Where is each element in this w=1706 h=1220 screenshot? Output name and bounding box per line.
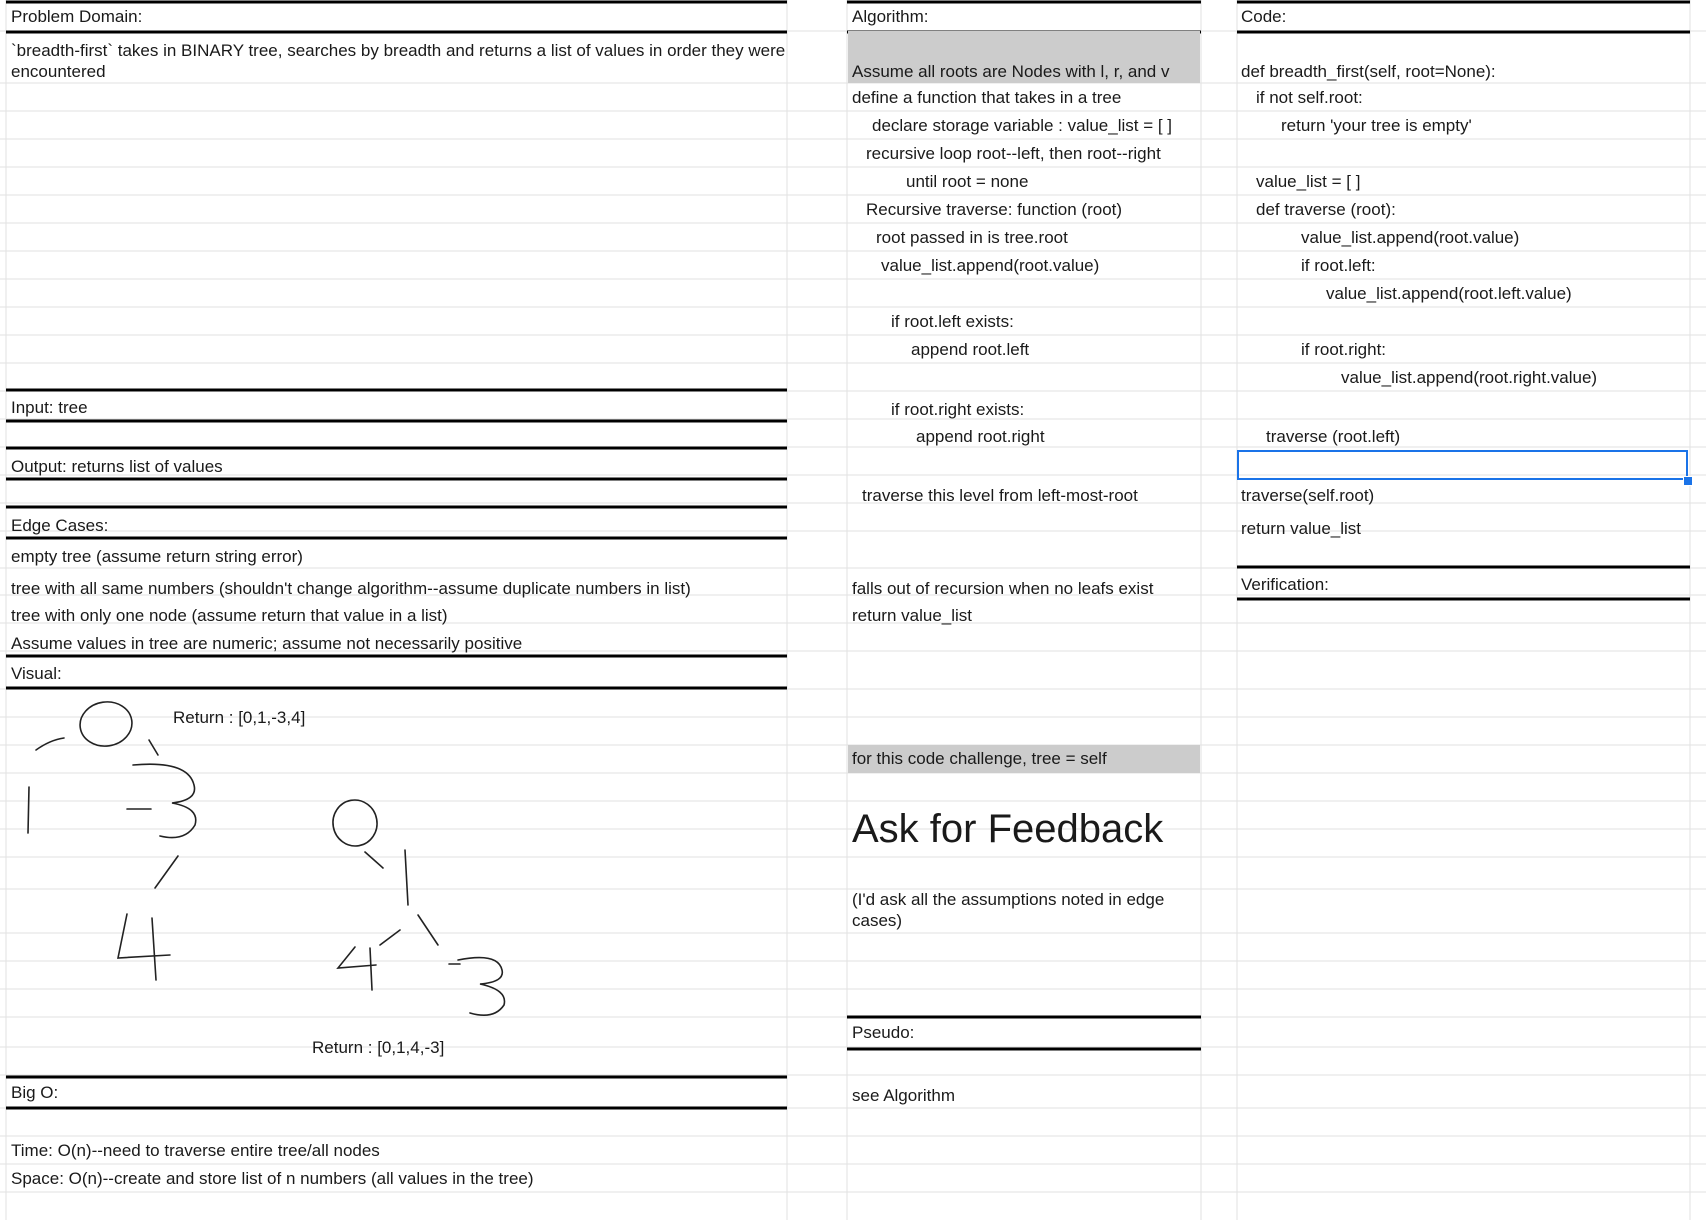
algorithm-line[interactable]: if root.right exists: <box>891 399 1024 420</box>
time-complexity[interactable]: Time: O(n)--need to traverse entire tree… <box>11 1140 380 1161</box>
code-line[interactable]: if not self.root: <box>1256 87 1363 108</box>
code-line[interactable]: traverse(self.root) <box>1241 485 1374 506</box>
return-example-1: Return : [0,1,-3,4] <box>173 708 306 727</box>
algorithm-line[interactable]: append root.left <box>911 339 1029 360</box>
selected-cell[interactable] <box>1237 450 1688 480</box>
algorithm-line[interactable]: value_list.append(root.value) <box>881 255 1099 276</box>
code-header[interactable]: Code: <box>1241 6 1286 27</box>
code-line[interactable]: def breadth_first(self, root=None): <box>1241 61 1496 82</box>
feedback-note[interactable]: (I'd ask all the assumptions noted in ed… <box>852 889 1192 931</box>
code-line[interactable]: value_list.append(root.value) <box>1301 227 1519 248</box>
code-line[interactable]: if root.right: <box>1301 339 1386 360</box>
algorithm-line[interactable]: Recursive traverse: function (root) <box>866 199 1122 220</box>
code-line[interactable]: return 'your tree is empty' <box>1281 115 1472 136</box>
code-line[interactable]: value_list = [ ] <box>1256 171 1360 192</box>
algorithm-line[interactable]: declare storage variable : value_list = … <box>872 115 1172 136</box>
algorithm-header[interactable]: Algorithm: <box>852 6 929 27</box>
edge-case-item[interactable]: empty tree (assume return string error) <box>11 546 303 567</box>
algorithm-line[interactable]: define a function that takes in a tree <box>852 87 1121 108</box>
edge-cases-header[interactable]: Edge Cases: <box>11 515 108 536</box>
problem-domain-text[interactable]: `breadth-first` takes in BINARY tree, se… <box>11 40 786 82</box>
big-o-header[interactable]: Big O: <box>11 1082 58 1103</box>
visual-header[interactable]: Visual: <box>11 663 62 684</box>
code-line[interactable]: if root.left: <box>1301 255 1376 276</box>
edge-case-item[interactable]: Assume values in tree are numeric; assum… <box>11 633 522 654</box>
code-line[interactable]: value_list.append(root.left.value) <box>1326 283 1572 304</box>
pseudo-header[interactable]: Pseudo: <box>852 1022 914 1043</box>
algorithm-line[interactable]: traverse this level from left-most-root <box>862 485 1138 506</box>
ask-for-feedback-title[interactable]: Ask for Feedback <box>852 806 1163 852</box>
pseudo-text[interactable]: see Algorithm <box>852 1085 955 1106</box>
algorithm-line[interactable]: until root = none <box>906 171 1028 192</box>
code-line[interactable]: traverse (root.left) <box>1266 426 1400 447</box>
input-label[interactable]: Input: tree <box>11 397 88 418</box>
problem-domain-header[interactable]: Problem Domain: <box>11 6 142 27</box>
algorithm-line[interactable]: append root.right <box>916 426 1045 447</box>
algorithm-note[interactable]: for this code challenge, tree = self <box>852 748 1107 769</box>
algorithm-line[interactable]: falls out of recursion when no leafs exi… <box>852 578 1153 599</box>
algorithm-line[interactable]: recursive loop root--left, then root--ri… <box>866 143 1161 164</box>
edge-case-item[interactable]: tree with only one node (assume return t… <box>11 605 448 626</box>
algorithm-line[interactable]: return value_list <box>852 605 972 626</box>
verification-header[interactable]: Verification: <box>1241 574 1329 595</box>
algorithm-line[interactable]: root passed in is tree.root <box>876 227 1068 248</box>
return-example-2: Return : [0,1,4,-3] <box>312 1038 445 1057</box>
code-line[interactable]: return value_list <box>1241 518 1361 539</box>
output-label[interactable]: Output: returns list of values <box>11 456 223 477</box>
edge-case-item[interactable]: tree with all same numbers (shouldn't ch… <box>11 578 691 599</box>
fill-handle[interactable] <box>1683 476 1693 486</box>
code-line[interactable]: value_list.append(root.right.value) <box>1341 367 1597 388</box>
algorithm-line[interactable]: if root.left exists: <box>891 311 1014 332</box>
algorithm-line[interactable]: Assume all roots are Nodes with l, r, an… <box>852 61 1169 82</box>
space-complexity[interactable]: Space: O(n)--create and store list of n … <box>11 1168 534 1189</box>
code-line[interactable]: def traverse (root): <box>1256 199 1396 220</box>
